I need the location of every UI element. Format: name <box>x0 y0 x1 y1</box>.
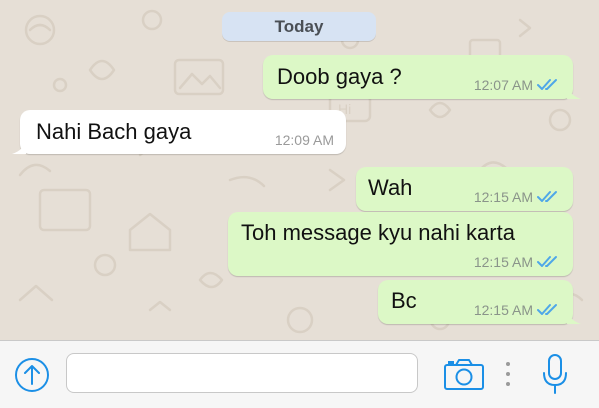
message-time: 12:15 AM <box>473 302 533 318</box>
message-bubble-outgoing[interactable]: Doob gaya ? 12:07 AM <box>263 55 581 99</box>
message-meta: 12:15 AM <box>474 302 561 318</box>
double-check-read-icon <box>537 304 557 315</box>
camera-icon <box>444 359 484 390</box>
message-text: Toh message kyu nahi karta <box>241 220 515 245</box>
message-bubble-outgoing[interactable]: Bc 12:15 AM <box>378 280 581 324</box>
message-meta: 12:15 AM <box>474 254 561 270</box>
message-time: 12:07 AM <box>473 77 533 93</box>
message-text: Wah <box>368 175 413 200</box>
chat-area: Hi Today Doob gaya ? 12:07 AM Nahi Bach … <box>0 0 599 340</box>
message-meta: 12:09 AM <box>275 132 334 148</box>
voice-message-button[interactable] <box>540 353 570 397</box>
more-dots-icon[interactable] <box>505 361 511 387</box>
message-text: Bc <box>391 288 417 313</box>
message-time: 12:09 AM <box>274 132 334 148</box>
message-meta: 12:15 AM <box>474 189 561 205</box>
composer-bar <box>0 340 599 408</box>
double-check-read-icon <box>537 256 557 267</box>
message-bubble-outgoing[interactable]: Toh message kyu nahi karta 12:15 AM <box>228 212 573 276</box>
upload-icon <box>15 358 49 392</box>
double-check-read-icon <box>537 191 557 202</box>
camera-button[interactable] <box>443 357 485 391</box>
message-time: 12:15 AM <box>473 189 533 205</box>
upload-button[interactable] <box>14 357 50 393</box>
message-text: Nahi Bach gaya <box>36 119 192 144</box>
message-text: Doob gaya ? <box>277 64 402 89</box>
message-bubble-incoming[interactable]: Nahi Bach gaya 12:09 AM <box>12 110 346 154</box>
date-separator: Today <box>222 12 376 41</box>
message-input[interactable] <box>66 353 418 393</box>
bubble-tail <box>12 140 26 154</box>
bubble-tail <box>567 310 581 324</box>
bubble-tail <box>567 85 581 99</box>
message-bubble-outgoing[interactable]: Wah 12:15 AM <box>356 167 573 211</box>
message-meta: 12:07 AM <box>474 77 561 93</box>
microphone-icon <box>543 354 567 394</box>
double-check-read-icon <box>537 79 557 90</box>
message-time: 12:15 AM <box>473 254 533 270</box>
